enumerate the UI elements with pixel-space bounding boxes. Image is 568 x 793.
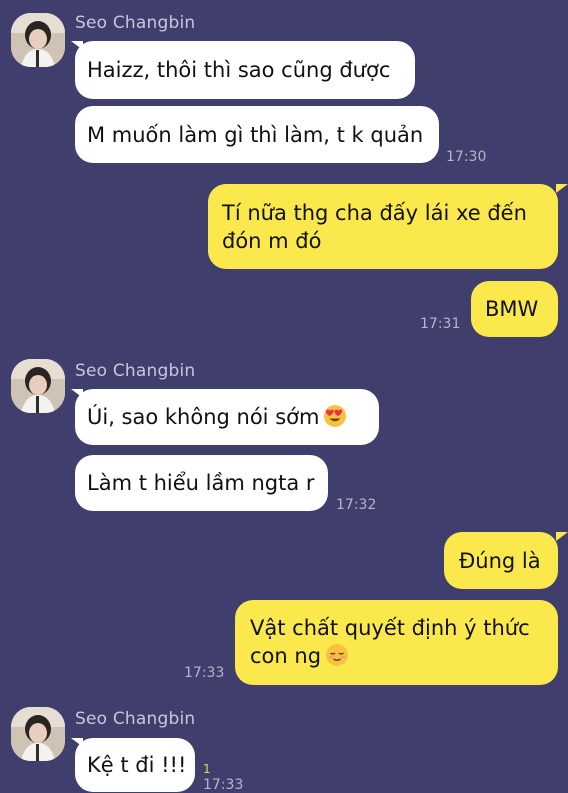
- avatar[interactable]: [11, 707, 65, 761]
- message-bubble[interactable]: Kệ t đi !!!: [75, 738, 195, 792]
- sender-name: Seo Changbin: [75, 709, 196, 729]
- message-line: đón m đó: [222, 229, 322, 253]
- message-timestamp: 17:31: [420, 316, 461, 332]
- message-text: Úi, sao không nói sớm: [87, 405, 320, 429]
- avatar-image: [11, 707, 65, 761]
- message-timestamp: 17:30: [446, 149, 487, 165]
- relieved-face-emoji: [325, 643, 349, 674]
- bubble-tail: [556, 532, 568, 541]
- message-bubble[interactable]: Tí nữa thg cha đấy lái xe đến đón m đó: [208, 184, 558, 269]
- message-bubble[interactable]: Vật chất quyết định ý thức con ng: [235, 600, 558, 685]
- message-bubble[interactable]: Haizz, thôi thì sao cũng được: [75, 41, 415, 99]
- bubble-tail: [556, 184, 568, 193]
- message-line: Tí nữa thg cha đấy lái xe đến: [222, 201, 527, 225]
- sender-name: Seo Changbin: [75, 13, 196, 33]
- avatar-image: [11, 13, 65, 67]
- unread-count: 1: [203, 762, 211, 776]
- avatar[interactable]: [11, 13, 65, 67]
- avatar-image: [11, 359, 65, 413]
- message-timestamp: 17:32: [336, 497, 377, 513]
- avatar[interactable]: [11, 359, 65, 413]
- message-bubble[interactable]: M muốn làm gì thì làm, t k quản: [75, 106, 439, 163]
- message-line: con ng: [250, 642, 558, 674]
- message-bubble[interactable]: Làm t hiểu lầm ngta r: [75, 455, 328, 511]
- sender-name: Seo Changbin: [75, 361, 196, 381]
- message-line: Vật chất quyết định ý thức: [250, 616, 530, 640]
- message-bubble[interactable]: Úi, sao không nói sớm: [75, 389, 379, 445]
- message-timestamp: 17:33: [184, 665, 225, 681]
- message-timestamp: 17:33: [203, 777, 244, 793]
- message-bubble[interactable]: BMW: [471, 281, 558, 337]
- message-text: con ng: [250, 644, 322, 668]
- heart-eyes-emoji: [323, 404, 347, 435]
- message-bubble[interactable]: Đúng là: [444, 532, 558, 589]
